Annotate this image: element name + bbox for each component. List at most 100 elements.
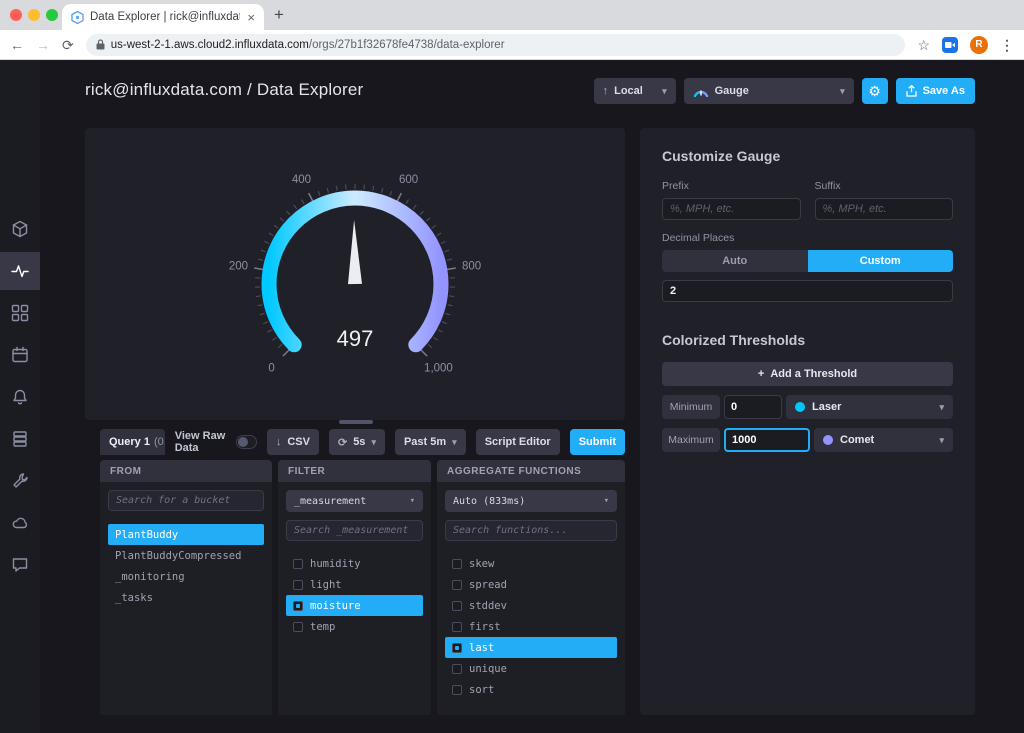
browser-tab[interactable]: Data Explorer | rick@influxdata × bbox=[62, 4, 264, 30]
query-tab-label: Query 1 bbox=[109, 436, 150, 448]
sidebar-item-feedback[interactable] bbox=[0, 546, 40, 584]
suffix-input[interactable] bbox=[815, 198, 954, 220]
url-bar[interactable]: us-west-2-1.aws.cloud2.influxdata.com/or… bbox=[86, 34, 906, 56]
csv-download-button[interactable]: ↓ CSV bbox=[267, 429, 319, 455]
customize-gauge-panel: Customize Gauge Prefix Suffix Decimal Pl… bbox=[640, 128, 975, 715]
influxdb-favicon bbox=[71, 11, 84, 24]
svg-text:0: 0 bbox=[268, 362, 274, 374]
function-list-item[interactable]: first bbox=[445, 616, 617, 637]
maximum-color-dropdown[interactable]: Comet ▾ bbox=[814, 428, 953, 452]
add-threshold-button[interactable]: + Add a Threshold bbox=[662, 362, 953, 386]
decimal-custom-option[interactable]: Custom bbox=[808, 250, 954, 272]
bucket-list-item[interactable]: _monitoring bbox=[108, 566, 264, 587]
minimum-value-input[interactable] bbox=[724, 395, 782, 419]
sidebar-item-settings[interactable] bbox=[0, 462, 40, 500]
url-text: us-west-2-1.aws.cloud2.influxdata.com/or… bbox=[111, 39, 505, 51]
customize-title: Customize Gauge bbox=[662, 148, 953, 164]
bucket-list-item[interactable]: PlantBuddyCompressed bbox=[108, 545, 264, 566]
reload-icon[interactable]: ⟳ bbox=[62, 38, 74, 52]
gauge-visualization: 02004006008001,000497 bbox=[135, 129, 575, 419]
function-list-item[interactable]: last bbox=[445, 637, 617, 658]
aggregate-column: AGGREGATE FUNCTIONS Auto (833ms) ▾ skew … bbox=[437, 460, 625, 715]
maximum-value-input[interactable] bbox=[724, 428, 810, 452]
checkbox[interactable] bbox=[293, 580, 303, 590]
profile-avatar[interactable]: R bbox=[970, 36, 988, 54]
checkbox[interactable] bbox=[452, 664, 462, 674]
checkbox[interactable] bbox=[452, 622, 462, 632]
checkbox[interactable] bbox=[293, 622, 303, 632]
checkbox[interactable] bbox=[452, 580, 462, 590]
save-as-button[interactable]: Save As bbox=[896, 78, 975, 104]
function-list-item[interactable]: spread bbox=[445, 574, 617, 595]
decimal-places-label: Decimal Places bbox=[662, 232, 953, 244]
sidebar-item-dashboards[interactable] bbox=[0, 294, 40, 332]
toggle-knob bbox=[238, 437, 248, 447]
bucket-list-item[interactable]: _tasks bbox=[108, 587, 264, 608]
checkbox[interactable] bbox=[293, 601, 303, 611]
filter-list: humidity light moisture temp bbox=[286, 553, 423, 637]
back-icon[interactable]: ← bbox=[10, 38, 24, 52]
checkbox[interactable] bbox=[452, 685, 462, 695]
decimal-auto-option[interactable]: Auto bbox=[662, 250, 808, 272]
svg-text:800: 800 bbox=[462, 261, 481, 273]
auto-refresh-dropdown[interactable]: ⟳ 5s ▾ bbox=[329, 429, 385, 455]
extension-icon[interactable] bbox=[942, 37, 958, 53]
checkbox[interactable] bbox=[452, 643, 462, 653]
filter-body: _measurement ▾ humidity light bbox=[278, 482, 431, 715]
sidebar-item-data-explorer[interactable] bbox=[0, 252, 40, 290]
filter-search-input[interactable] bbox=[286, 520, 423, 541]
from-column: FROM PlantBuddy PlantBuddyCompressed _mo… bbox=[100, 460, 272, 715]
filter-key-label: _measurement bbox=[294, 496, 366, 507]
decimal-places-input[interactable] bbox=[662, 280, 953, 302]
window-zoom-button[interactable] bbox=[46, 9, 58, 21]
bucket-list-item[interactable]: PlantBuddy bbox=[108, 524, 264, 545]
tab-close-icon[interactable]: × bbox=[247, 10, 255, 25]
sidebar-item-load-data[interactable] bbox=[0, 210, 40, 248]
tab-title: Data Explorer | rick@influxdata bbox=[90, 11, 240, 23]
panel-resize-handle[interactable] bbox=[339, 420, 373, 424]
chevron-down-icon: ▾ bbox=[452, 437, 457, 448]
function-list-item[interactable]: skew bbox=[445, 553, 617, 574]
settings-gear-button[interactable]: ⚙ bbox=[862, 78, 888, 104]
checkbox[interactable] bbox=[293, 559, 303, 569]
function-list-item[interactable]: sort bbox=[445, 679, 617, 700]
prefix-input[interactable] bbox=[662, 198, 801, 220]
query-tab[interactable]: Query 1 (0.1 bbox=[100, 429, 165, 455]
function-name: stddev bbox=[469, 600, 507, 612]
sidebar-item-cloud[interactable] bbox=[0, 504, 40, 542]
function-search-input[interactable] bbox=[445, 520, 617, 541]
sidebar-item-docs[interactable] bbox=[0, 420, 40, 458]
bucket-name: PlantBuddy bbox=[115, 529, 178, 541]
checkbox[interactable] bbox=[452, 559, 462, 569]
bucket-search-input[interactable] bbox=[108, 490, 264, 511]
filter-list-item[interactable]: temp bbox=[286, 616, 423, 637]
visualization-type-dropdown[interactable]: Gauge ▾ bbox=[684, 78, 854, 104]
filter-key-dropdown[interactable]: _measurement ▾ bbox=[286, 490, 423, 512]
filter-list-item[interactable]: moisture bbox=[286, 595, 423, 616]
script-editor-button[interactable]: Script Editor bbox=[476, 429, 560, 455]
arrow-up-icon: ↑ bbox=[603, 85, 609, 97]
filter-list-item[interactable]: humidity bbox=[286, 553, 423, 574]
filter-list-item[interactable]: light bbox=[286, 574, 423, 595]
time-range-dropdown[interactable]: Past 5m ▾ bbox=[395, 429, 466, 455]
sidebar-item-alerts[interactable] bbox=[0, 378, 40, 416]
script-editor-label: Script Editor bbox=[485, 436, 551, 448]
browser-menu-icon[interactable]: ⋮ bbox=[1000, 38, 1014, 52]
refresh-icon: ⟳ bbox=[338, 436, 347, 449]
gear-icon: ⚙ bbox=[868, 83, 881, 100]
page-title: rick@influxdata.com / Data Explorer bbox=[85, 80, 363, 100]
function-list-item[interactable]: unique bbox=[445, 658, 617, 679]
window-minimize-button[interactable] bbox=[28, 9, 40, 21]
stack-icon bbox=[11, 430, 29, 448]
submit-button[interactable]: Submit bbox=[570, 429, 625, 455]
window-close-button[interactable] bbox=[10, 9, 22, 21]
new-tab-button[interactable]: + bbox=[274, 4, 284, 26]
raw-data-toggle[interactable] bbox=[236, 435, 256, 449]
function-list-item[interactable]: stddev bbox=[445, 595, 617, 616]
sidebar-item-tasks[interactable] bbox=[0, 336, 40, 374]
checkbox[interactable] bbox=[452, 601, 462, 611]
minimum-color-dropdown[interactable]: Laser ▾ bbox=[786, 395, 953, 419]
bookmark-star-icon[interactable]: ☆ bbox=[917, 38, 930, 52]
timezone-dropdown[interactable]: ↑ Local ▾ bbox=[594, 78, 676, 104]
window-period-dropdown[interactable]: Auto (833ms) ▾ bbox=[445, 490, 617, 512]
